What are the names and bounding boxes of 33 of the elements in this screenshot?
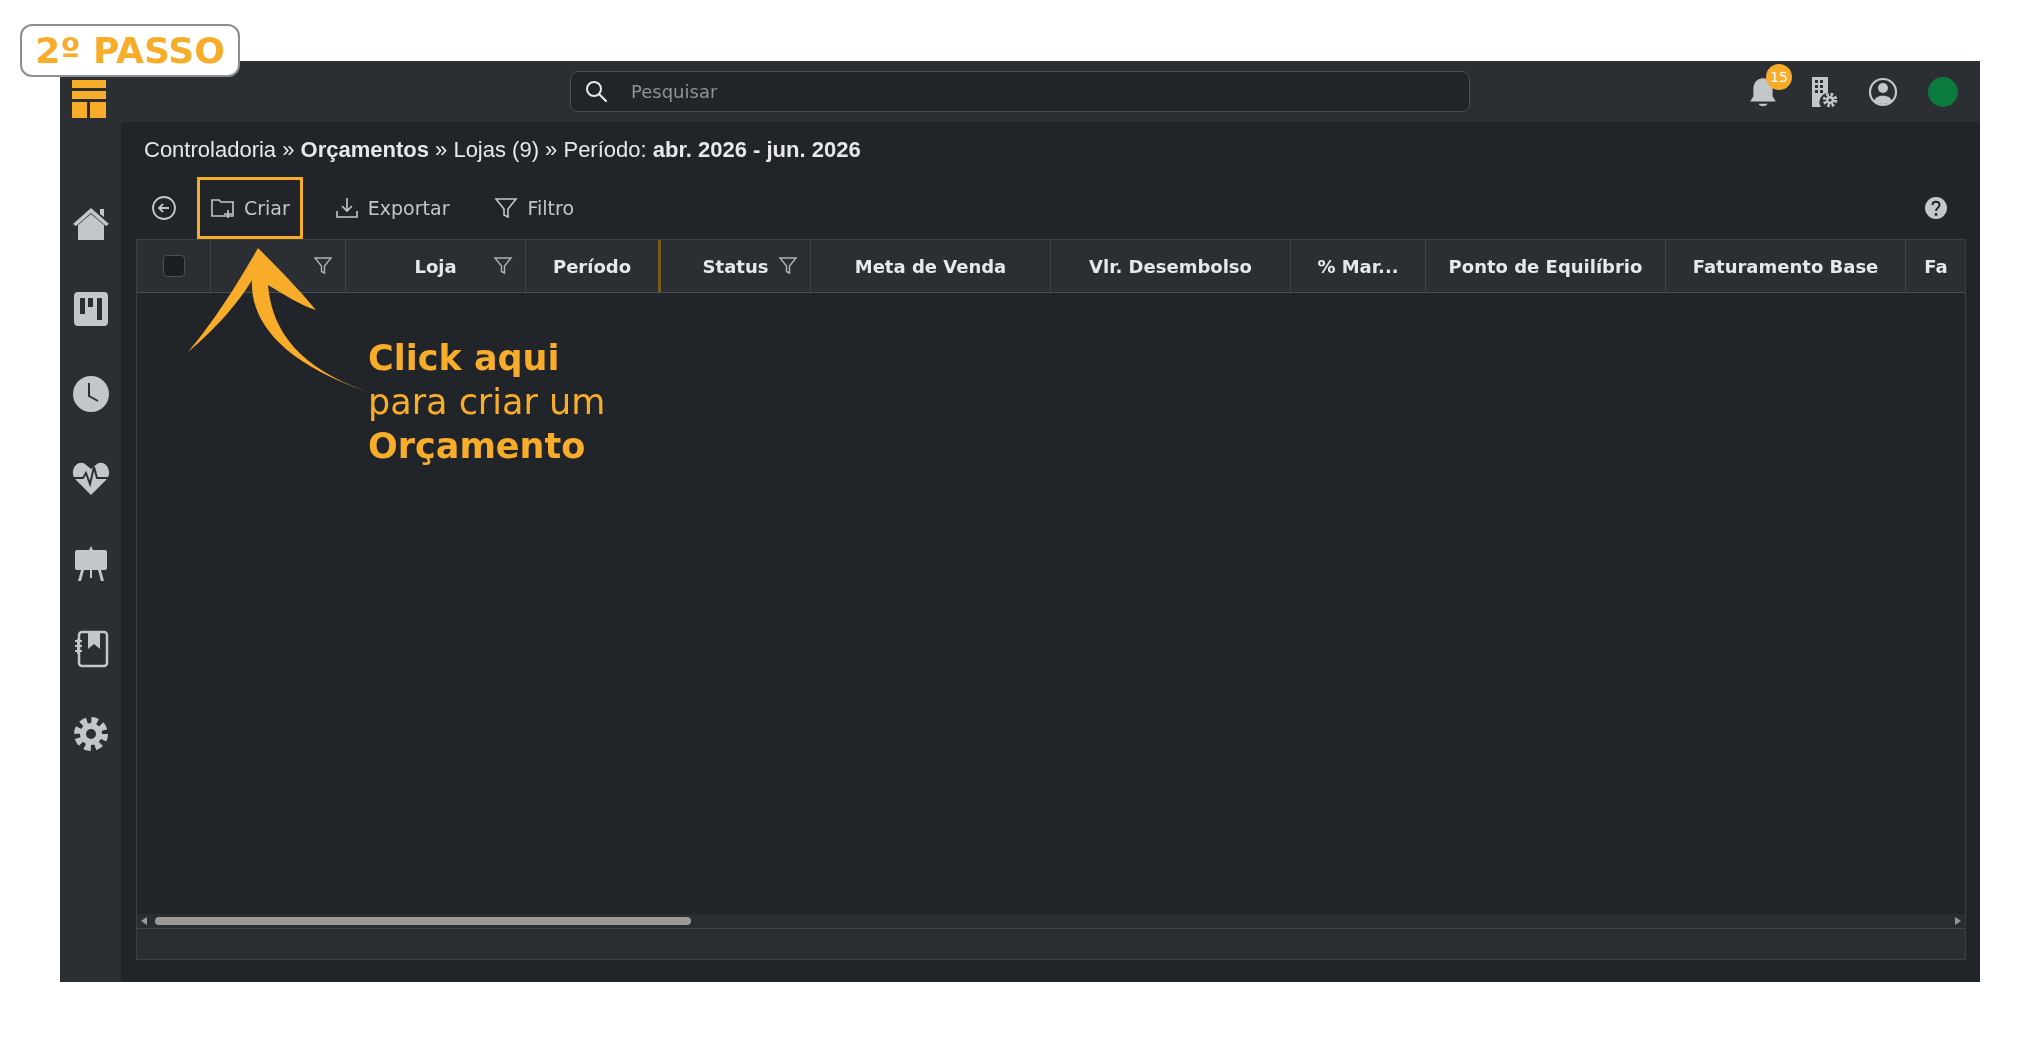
filter-icon[interactable] xyxy=(313,256,333,276)
column-title: Fa xyxy=(1924,255,1948,277)
checkbox[interactable] xyxy=(162,255,185,277)
column-title: % Mar... xyxy=(1317,255,1399,277)
breadcrumb: Controladoria » Orçamentos » Lojas (9) » Período: abr. 2026 - jun. 2026 xyxy=(144,136,862,164)
step-badge: 2º PASSO xyxy=(20,24,240,77)
column-title: Status xyxy=(702,255,769,277)
help-icon[interactable] xyxy=(1924,196,1948,220)
column-title: Meta de Venda xyxy=(854,255,1007,277)
column-title: Ponto de Equilíbrio xyxy=(1448,255,1643,277)
callout-text: para criar um xyxy=(368,381,606,424)
folder-plus-icon xyxy=(210,196,236,220)
search-field[interactable]: Pesquisar xyxy=(570,71,1470,112)
filter-icon[interactable] xyxy=(778,256,798,276)
notification-badge: 15 xyxy=(1766,63,1792,90)
column-title: Vlr. Desembolso xyxy=(1089,255,1252,277)
back-icon[interactable] xyxy=(151,195,177,221)
column-title: Período xyxy=(552,255,632,277)
logo-icon xyxy=(72,79,106,118)
export-button[interactable]: Exportar xyxy=(320,177,463,239)
clock-icon[interactable] xyxy=(70,374,111,414)
horizontal-scrollbar[interactable] xyxy=(137,914,1965,929)
column-title: Loja xyxy=(414,255,457,277)
filter-button[interactable]: Filtro xyxy=(480,177,588,239)
callout-text: Click aqui xyxy=(368,337,561,380)
create-button[interactable]: Criar xyxy=(197,177,303,239)
search-icon xyxy=(584,79,608,103)
column-title: Faturamento Base xyxy=(1692,255,1879,277)
callout-text: Orçamento xyxy=(368,425,587,468)
filter-icon[interactable] xyxy=(493,256,513,276)
user-icon[interactable] xyxy=(1868,75,1898,108)
filter-icon xyxy=(493,196,520,220)
download-icon xyxy=(333,196,360,220)
